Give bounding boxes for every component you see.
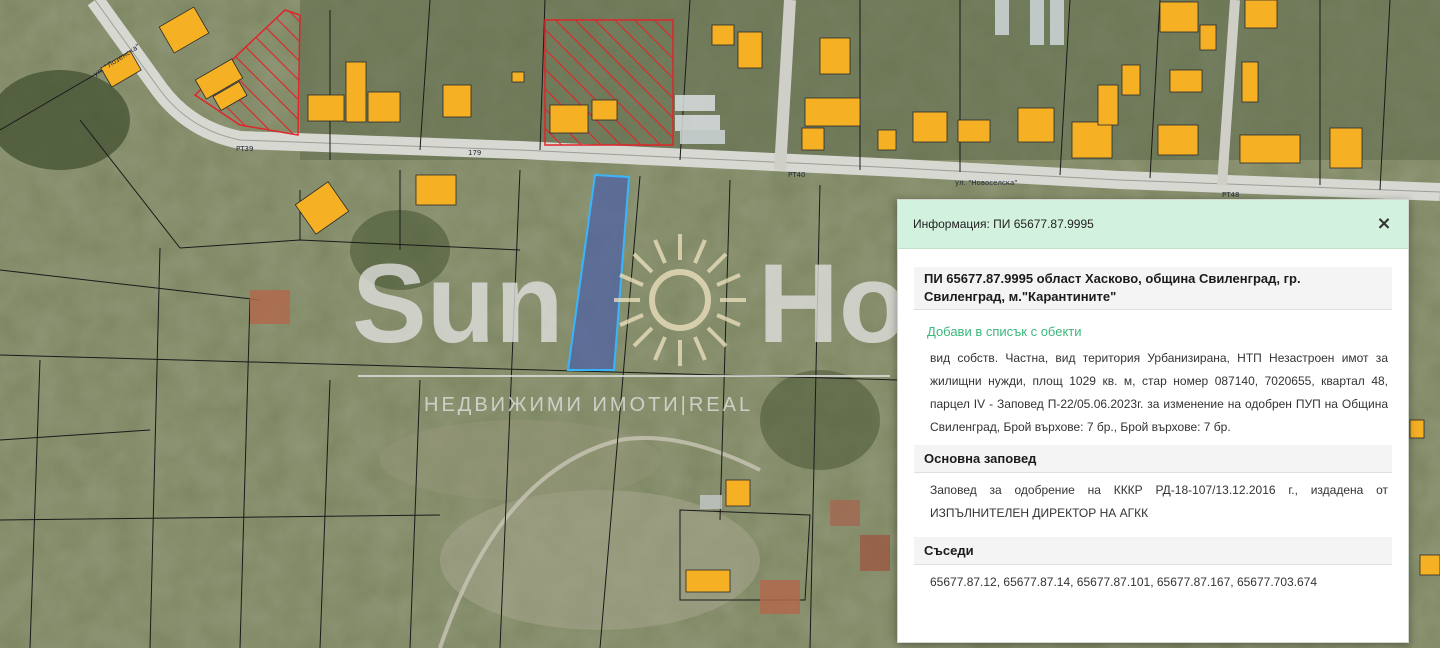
neighbors-text: 65677.87.12, 65677.87.14, 65677.87.101, … [930, 575, 1318, 589]
info-panel-header: Информация: ПИ 65677.87.9995 × [898, 200, 1408, 249]
road-label-pt39: PT39 [236, 145, 253, 153]
main-order-title: Основна заповед [914, 445, 1392, 473]
main-order-text: Заповед за одобрение на КККР РД-18-107/1… [930, 483, 1388, 520]
road-label-pt40: PT40 [788, 171, 805, 179]
watermark-tagline: НЕДВИЖИМИ ИМОТИ|REAL [424, 394, 753, 416]
info-panel-body: ПИ 65677.87.9995 област Хасково, община … [898, 249, 1408, 600]
neighbors-title: Съседи [914, 537, 1392, 565]
info-panel-title: Информация: ПИ 65677.87.9995 [913, 217, 1094, 231]
parcel-heading: ПИ 65677.87.9995 област Хасково, община … [914, 267, 1392, 310]
parcel-description: вид собств. Частна, вид територия Урбани… [930, 351, 1388, 434]
road-label-novoselska: ул. "Новоселска" [955, 179, 1017, 187]
road-label-pt48: PT48 [1222, 191, 1239, 199]
tree-cluster-3 [760, 370, 880, 470]
watermark-brand-left: Sun [352, 241, 564, 366]
close-icon[interactable]: × [1374, 214, 1394, 234]
road-label-179: 179 [468, 149, 481, 157]
info-panel: Информация: ПИ 65677.87.9995 × ПИ 65677.… [897, 199, 1409, 643]
add-to-list-link[interactable]: Добави в списък с обекти [927, 324, 1392, 339]
watermark-brand-right: Ho [758, 241, 907, 366]
